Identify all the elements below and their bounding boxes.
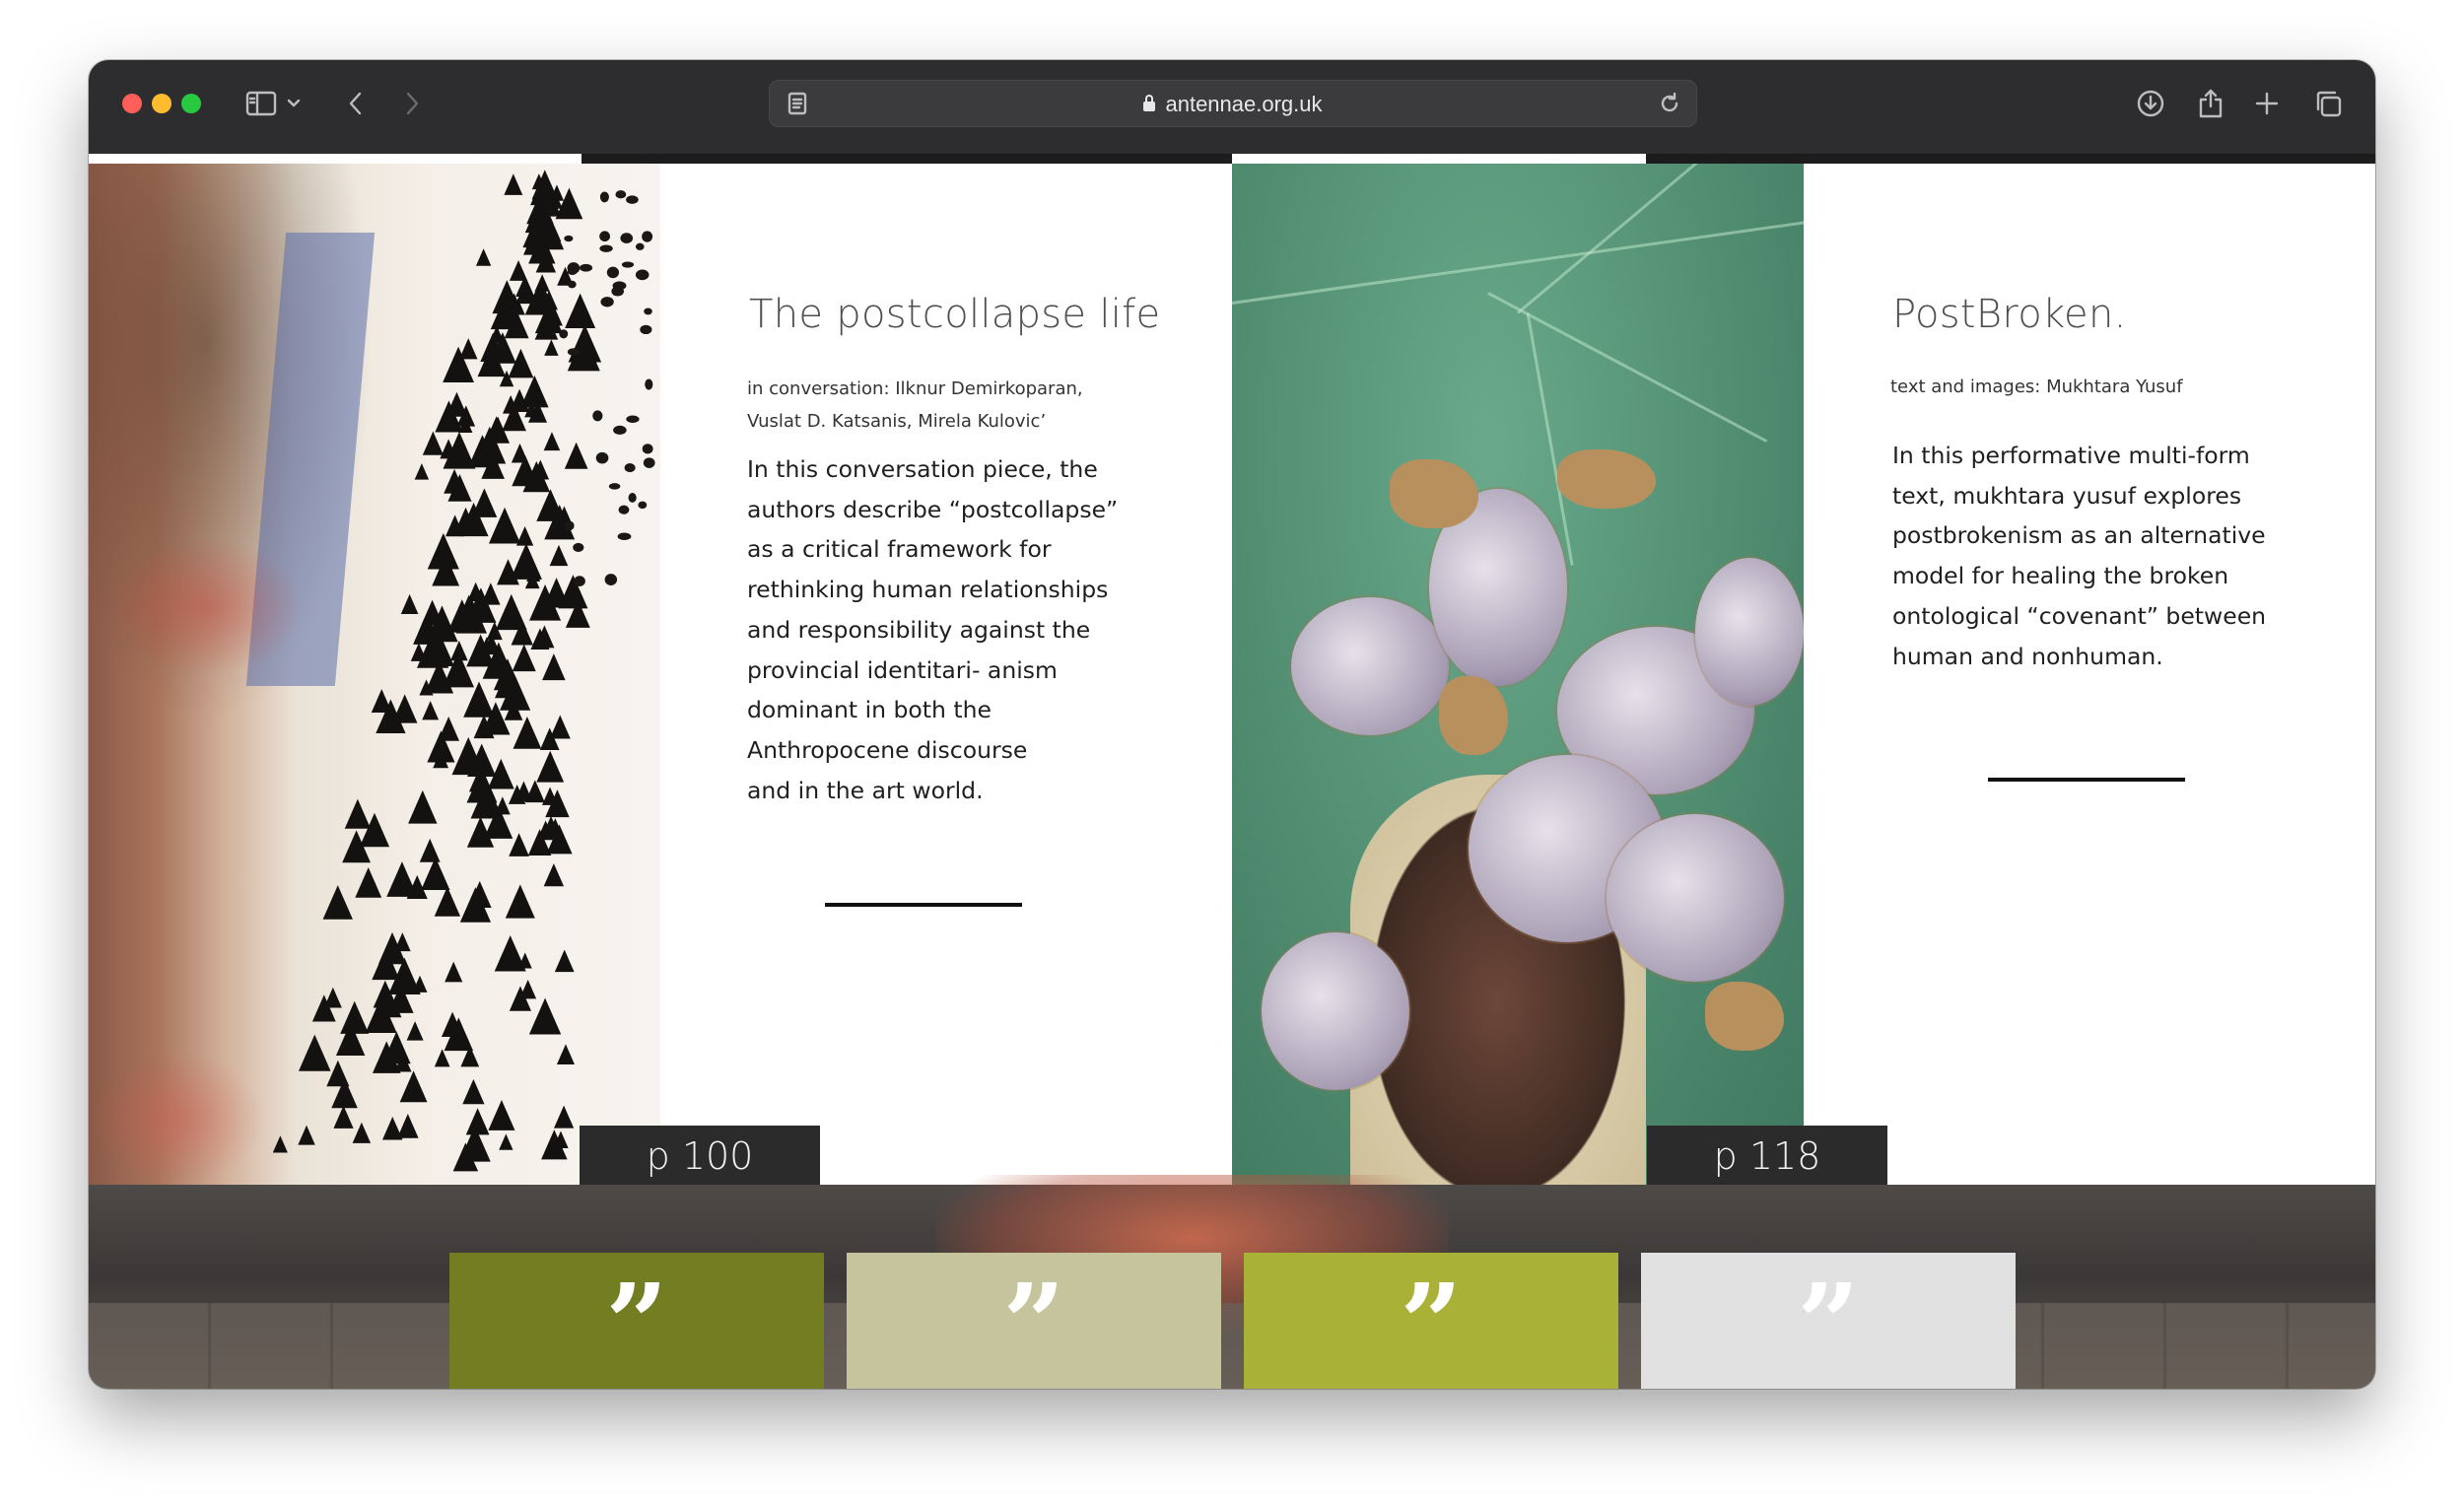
article-summary: In this performative multi-form text, mu… (1892, 436, 2326, 676)
top-strip (89, 154, 2375, 164)
web-page: The postcollapse life in conversation: I… (89, 154, 2375, 1389)
sidebar-icon[interactable] (243, 86, 279, 121)
article-card-postcollapse[interactable]: The postcollapse life in conversation: I… (660, 164, 1232, 1185)
article-byline: text and images: Mukhtara Yusuf (1890, 371, 2304, 403)
quote-card[interactable]: ” (1244, 1253, 1618, 1389)
article-byline: in conversation: Ilknur Demirkoparan, Vu… (747, 373, 1161, 438)
lock-icon (1143, 95, 1156, 111)
quote-card[interactable]: ” (449, 1253, 824, 1389)
quote-icon: ” (605, 1260, 668, 1387)
summary-line: authors describe “postcollapse” (747, 495, 1119, 523)
byline-line: in conversation: Ilknur Demirkoparan, (747, 378, 1083, 399)
article-title[interactable]: PostBroken. (1892, 292, 2127, 337)
forward-arrow-icon[interactable] (394, 86, 430, 121)
summary-line: provincial identitari- anism (747, 655, 1058, 684)
page-number-tag[interactable]: p 100 (580, 1126, 820, 1185)
summary-line: postbrokenism as an alternative (1892, 521, 2266, 550)
summary-line: In this conversation piece, the (747, 455, 1098, 483)
article-title[interactable]: The postcollapse life (749, 292, 1160, 337)
divider-rule (1988, 778, 2185, 782)
summary-line: and responsibility against the (747, 615, 1091, 644)
download-icon[interactable] (2133, 86, 2168, 121)
back-arrow-icon[interactable] (338, 86, 374, 121)
chevron-down-icon[interactable] (282, 86, 306, 121)
article-image-postcollapse[interactable] (89, 164, 660, 1185)
divider-rule (825, 903, 1022, 907)
tab-overview-icon[interactable] (2310, 86, 2346, 121)
address-bar[interactable]: antennae.org.uk (769, 80, 1697, 127)
summary-line: dominant in both the (747, 696, 992, 724)
background-photo-band (89, 1175, 2375, 1389)
summary-line: human and nonhuman. (1892, 642, 2163, 670)
article-card-postbroken[interactable]: PostBroken. text and images: Mukhtara Yu… (1804, 164, 2375, 1185)
zoom-window-button[interactable] (181, 94, 201, 113)
byline-line: Vuslat D. Katsanis, Mirela Kulovic’ (747, 411, 1047, 432)
summary-line: ontological “covenant” between (1892, 601, 2267, 630)
article-summary: In this conversation piece, the authors … (747, 449, 1181, 810)
summary-line: rethinking human relationships (747, 576, 1109, 604)
article-image-postbroken[interactable] (1232, 164, 1804, 1185)
quote-icon: ” (1797, 1260, 1860, 1387)
summary-line: as a critical framework for (747, 535, 1052, 564)
browser-window: antennae.org.uk The postcollapse life in… (89, 60, 2375, 1389)
quote-icon: ” (1400, 1260, 1463, 1387)
quote-card[interactable]: ” (1641, 1253, 2016, 1389)
summary-line: Anthropocene discourse (747, 735, 1028, 764)
url-text: antennae.org.uk (1165, 92, 1323, 116)
close-window-button[interactable] (122, 94, 142, 113)
plus-icon[interactable] (2249, 86, 2285, 121)
url-display[interactable]: antennae.org.uk (770, 92, 1696, 117)
reload-icon[interactable] (1652, 86, 1687, 121)
browser-toolbar: antennae.org.uk (89, 60, 2375, 155)
summary-line: model for healing the broken (1892, 562, 2229, 590)
quote-icon: ” (1002, 1260, 1065, 1387)
byline-line: text and images: Mukhtara Yusuf (1890, 377, 2183, 397)
minimize-window-button[interactable] (152, 94, 171, 113)
page-number-tag[interactable]: p 118 (1647, 1126, 1887, 1185)
share-icon[interactable] (2193, 86, 2228, 121)
summary-line: and in the art world. (747, 776, 984, 804)
summary-line: In this performative multi-form (1892, 442, 2250, 469)
summary-line: text, mukhtara yusuf explores (1892, 481, 2242, 510)
quote-card[interactable]: ” (847, 1253, 1221, 1389)
triangle-pattern (272, 170, 655, 1172)
